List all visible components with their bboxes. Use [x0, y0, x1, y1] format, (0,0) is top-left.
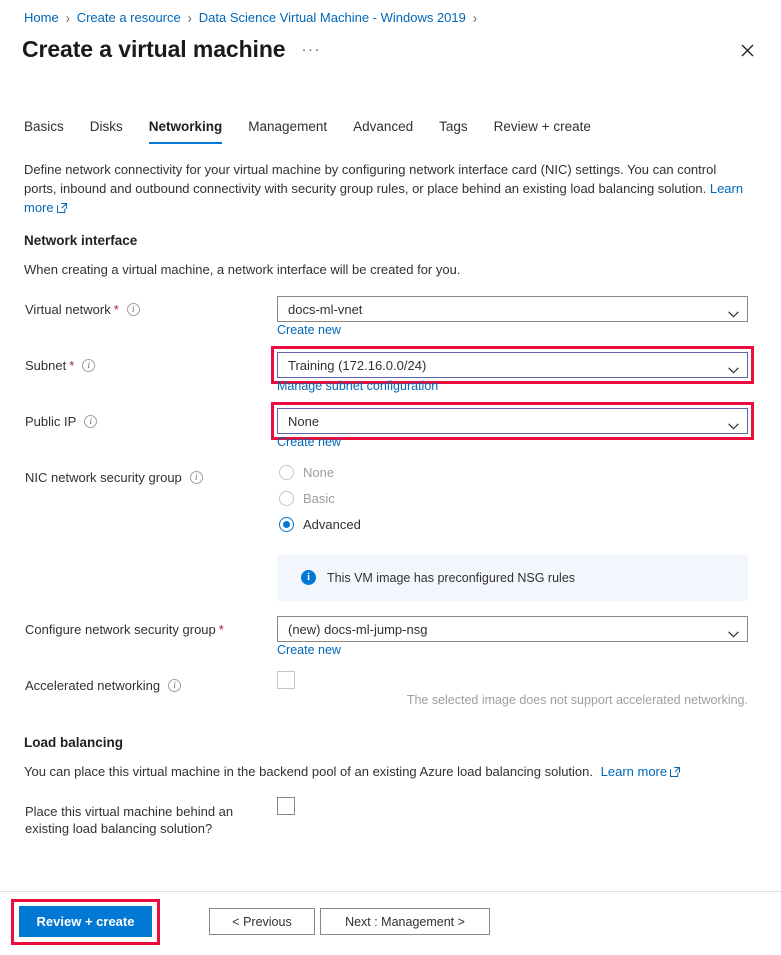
more-options-icon[interactable]: ···	[302, 41, 322, 58]
load-balancing-subtext-text: You can place this virtual machine in th…	[24, 764, 594, 779]
label-subnet-text: Subnet	[25, 358, 67, 373]
subnet-value: Training (172.16.0.0/24)	[288, 357, 427, 373]
tab-tags[interactable]: Tags	[426, 118, 481, 144]
configure-nsg-value: (new) docs-ml-jump-nsg	[288, 621, 428, 637]
info-icon[interactable]: i	[126, 303, 140, 316]
required-marker: *	[69, 358, 75, 373]
virtual-network-dropdown[interactable]: docs-ml-vnet	[277, 296, 748, 322]
network-interface-subtext: When creating a virtual machine, a netwo…	[24, 262, 461, 277]
label-place-behind-load-balancer: Place this virtual machine behind an exi…	[25, 803, 233, 837]
chevron-down-icon	[728, 362, 739, 374]
public-ip-dropdown[interactable]: None	[277, 408, 748, 434]
info-icon[interactable]: i	[189, 471, 203, 484]
label-subnet: Subnet * i	[25, 357, 96, 374]
tab-advanced[interactable]: Advanced	[340, 118, 426, 144]
nsg-info-banner: i This VM image has preconfigured NSG ru…	[277, 554, 748, 601]
chevron-down-icon	[728, 626, 739, 638]
breadcrumb: Home › Create a resource › Data Science …	[24, 8, 484, 27]
section-heading-load-balancing: Load balancing	[24, 735, 124, 750]
radio-nsg-advanced[interactable]: Advanced	[279, 517, 361, 532]
load-balancing-learn-more-link[interactable]: Learn more	[600, 764, 681, 779]
label-public-ip-text: Public IP	[25, 414, 77, 429]
info-circle-icon: i	[301, 570, 316, 585]
intro-text: Define network connectivity for your vir…	[24, 162, 717, 196]
radio-nsg-basic-label: Basic	[303, 491, 335, 506]
radio-nsg-none[interactable]: None	[279, 465, 334, 480]
place-behind-load-balancer-checkbox[interactable]	[277, 797, 295, 815]
accelerated-networking-checkbox[interactable]	[277, 671, 295, 689]
chevron-down-icon	[728, 306, 739, 318]
required-marker: *	[218, 622, 224, 637]
title-row: Create a virtual machine ···	[22, 34, 321, 64]
chevron-down-icon	[728, 418, 739, 430]
review-create-button[interactable]: Review + create	[19, 906, 152, 937]
configure-nsg-create-new-link[interactable]: Create new	[277, 643, 341, 657]
accelerated-networking-note: The selected image does not support acce…	[406, 693, 748, 707]
breadcrumb-separator-icon: ›	[472, 8, 477, 27]
label-public-ip: Public IP i	[25, 413, 98, 430]
breadcrumb-item-home[interactable]: Home	[24, 10, 59, 25]
radio-nsg-advanced-label: Advanced	[303, 517, 361, 532]
load-balancing-learn-more-label: Learn more	[600, 764, 668, 779]
tab-networking[interactable]: Networking	[136, 118, 236, 144]
label-configure-network-security-group: Configure network security group *	[25, 621, 224, 638]
close-icon[interactable]	[735, 38, 759, 62]
breadcrumb-separator-icon: ›	[187, 8, 192, 27]
info-icon[interactable]: i	[82, 359, 96, 372]
breadcrumb-item-data-science-vm[interactable]: Data Science Virtual Machine - Windows 2…	[199, 10, 466, 25]
radio-dot-icon	[279, 517, 294, 532]
label-accelerated-networking: Accelerated networking i	[25, 677, 182, 694]
breadcrumb-item-create-a-resource[interactable]: Create a resource	[77, 10, 181, 25]
tab-bar: Basics Disks Networking Management Advan…	[24, 118, 604, 144]
place-behind-label-line1: Place this virtual machine behind an	[25, 804, 234, 819]
label-configure-nsg-text: Configure network security group	[25, 622, 216, 637]
tab-basics[interactable]: Basics	[24, 118, 77, 144]
label-accelerated-networking-text: Accelerated networking	[25, 678, 161, 693]
next-management-button[interactable]: Next : Management >	[320, 908, 490, 935]
tab-management[interactable]: Management	[235, 118, 340, 144]
radio-dot-icon	[279, 491, 294, 506]
previous-button[interactable]: < Previous	[209, 908, 315, 935]
tab-review-create[interactable]: Review + create	[481, 118, 604, 144]
info-icon[interactable]: i	[168, 679, 182, 692]
label-virtual-network: Virtual network * i	[25, 301, 140, 318]
subnet-dropdown[interactable]: Training (172.16.0.0/24)	[277, 352, 748, 378]
manage-subnet-configuration-link[interactable]: Manage subnet configuration	[277, 379, 438, 393]
label-nic-nsg-text: NIC network security group	[25, 470, 182, 485]
label-virtual-network-text: Virtual network	[25, 302, 111, 317]
breadcrumb-separator-icon: ›	[65, 8, 70, 27]
info-icon[interactable]: i	[84, 415, 98, 428]
public-ip-create-new-link[interactable]: Create new	[277, 435, 341, 449]
virtual-network-create-new-link[interactable]: Create new	[277, 323, 341, 337]
label-nic-network-security-group: NIC network security group i	[25, 469, 203, 486]
load-balancing-subtext: You can place this virtual machine in th…	[24, 763, 748, 781]
required-marker: *	[113, 302, 119, 317]
radio-nsg-basic[interactable]: Basic	[279, 491, 335, 506]
public-ip-value: None	[288, 413, 320, 429]
external-link-icon	[670, 764, 681, 777]
configure-nsg-dropdown[interactable]: (new) docs-ml-jump-nsg	[277, 616, 748, 642]
intro-paragraph: Define network connectivity for your vir…	[24, 160, 748, 217]
radio-nsg-none-label: None	[303, 465, 335, 480]
footer-divider	[0, 891, 781, 892]
section-heading-network-interface: Network interface	[24, 233, 138, 248]
radio-dot-icon	[279, 465, 294, 480]
page-title: Create a virtual machine	[22, 36, 286, 62]
tab-disks[interactable]: Disks	[77, 118, 136, 144]
nsg-info-banner-text: This VM image has preconfigured NSG rule…	[327, 570, 576, 585]
place-behind-label-line2: existing load balancing solution?	[25, 821, 213, 836]
external-link-icon	[56, 199, 67, 213]
virtual-network-value: docs-ml-vnet	[288, 301, 363, 317]
